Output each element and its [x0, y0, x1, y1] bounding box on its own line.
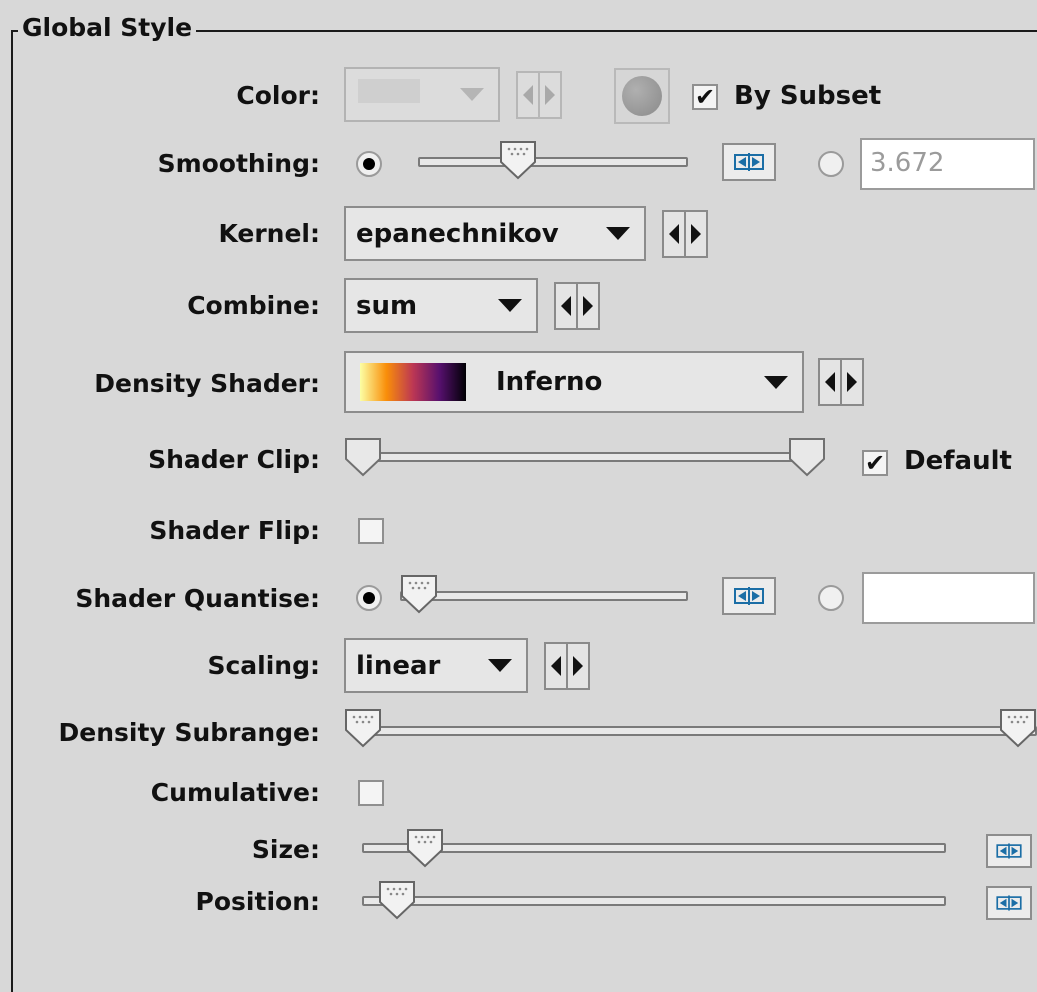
shader-clip-default-label: Default — [904, 446, 1012, 476]
position-slider-thumb[interactable] — [378, 880, 416, 920]
shader-quantise-label: Shader Quantise: — [75, 584, 320, 613]
density-subrange-low-thumb[interactable] — [344, 708, 382, 748]
inferno-gradient-icon — [360, 363, 466, 401]
next-button[interactable] — [568, 642, 590, 690]
cumulative-label: Cumulative: — [150, 778, 320, 807]
color-swatch-button[interactable] — [614, 68, 670, 124]
combine-value: sum — [356, 290, 418, 321]
shader-clip-low-thumb[interactable] — [344, 437, 382, 477]
chevron-down-icon — [498, 299, 522, 312]
density-shader-stepper[interactable] — [818, 358, 864, 406]
previous-button[interactable] — [818, 358, 842, 406]
check-mark-icon: ✔ — [865, 449, 886, 477]
kernel-label: Kernel: — [218, 219, 320, 248]
scaling-value: linear — [356, 650, 441, 681]
right-arrow-icon — [691, 224, 701, 244]
shader-quantise-slider-radio[interactable] — [356, 585, 382, 611]
cumulative-checkbox[interactable] — [358, 780, 384, 806]
shader-clip-high-thumb[interactable] — [788, 437, 826, 477]
group-title: Global Style — [18, 13, 197, 43]
right-arrow-icon — [573, 656, 583, 676]
reset-smoothing-button[interactable] — [722, 143, 776, 181]
right-arrow-icon — [545, 85, 555, 105]
density-subrange-track[interactable] — [350, 726, 1037, 736]
kernel-stepper[interactable] — [662, 210, 708, 258]
shader-flip-label: Shader Flip: — [149, 516, 320, 545]
shader-quantise-track[interactable] — [400, 591, 688, 601]
shader-clip-default-checkbox[interactable]: ✔ — [862, 449, 888, 477]
size-slider-thumb[interactable] — [406, 828, 444, 868]
next-button[interactable] — [578, 282, 600, 330]
fit-range-icon — [996, 895, 1022, 911]
density-subrange-label: Density Subrange: — [58, 718, 320, 747]
smoothing-value-field[interactable]: 3.672 — [860, 138, 1035, 190]
reset-size-button[interactable] — [986, 834, 1032, 868]
smoothing-slider-radio[interactable] — [356, 151, 382, 177]
left-arrow-icon — [561, 296, 571, 316]
size-label: Size: — [251, 835, 320, 864]
fit-range-icon — [734, 153, 764, 171]
smoothing-slider-thumb[interactable] — [499, 140, 537, 180]
chevron-down-icon — [764, 375, 788, 389]
previous-button[interactable] — [516, 71, 540, 119]
smoothing-label: Smoothing: — [157, 149, 320, 178]
color-dot-icon — [622, 76, 662, 116]
previous-button[interactable] — [544, 642, 568, 690]
left-arrow-icon — [825, 372, 835, 392]
smoothing-value-radio[interactable] — [818, 151, 844, 177]
density-shader-label: Density Shader: — [94, 369, 320, 398]
size-slider-track[interactable] — [362, 843, 946, 853]
chevron-down-icon — [606, 227, 630, 240]
combine-stepper[interactable] — [554, 282, 600, 330]
right-arrow-icon — [583, 296, 593, 316]
combine-combo[interactable]: sum — [344, 278, 538, 333]
reset-position-button[interactable] — [986, 886, 1032, 920]
shader-quantise-value-field[interactable] — [862, 572, 1035, 624]
color-combo[interactable] — [344, 67, 500, 122]
shader-clip-track[interactable] — [350, 452, 820, 462]
previous-button[interactable] — [662, 210, 686, 258]
shader-quantise-value-radio[interactable] — [818, 585, 844, 611]
combine-label: Combine: — [187, 291, 320, 320]
position-label: Position: — [195, 887, 320, 916]
fit-range-icon — [734, 587, 764, 605]
check-mark-icon: ✔ — [695, 83, 716, 111]
left-arrow-icon — [669, 224, 679, 244]
next-button[interactable] — [686, 210, 708, 258]
shader-quantise-thumb[interactable] — [400, 574, 438, 614]
scaling-stepper[interactable] — [544, 642, 590, 690]
position-slider-track[interactable] — [362, 896, 946, 906]
scaling-label: Scaling: — [207, 651, 320, 680]
kernel-value: epanechnikov — [356, 218, 559, 249]
density-shader-combo[interactable]: Inferno — [344, 351, 804, 413]
density-subrange-high-thumb[interactable] — [999, 708, 1037, 748]
left-arrow-icon — [523, 85, 533, 105]
by-subset-label: By Subset — [734, 81, 882, 111]
shader-flip-checkbox[interactable] — [358, 518, 384, 544]
color-label: Color: — [236, 81, 320, 110]
kernel-combo[interactable]: epanechnikov — [344, 206, 646, 261]
fit-range-icon — [996, 843, 1022, 859]
next-button[interactable] — [842, 358, 864, 406]
smoothing-slider-track[interactable] — [418, 157, 688, 167]
density-shader-value: Inferno — [496, 367, 603, 397]
left-arrow-icon — [551, 656, 561, 676]
chevron-down-icon — [460, 88, 484, 101]
reset-quantise-button[interactable] — [722, 577, 776, 615]
next-button[interactable] — [540, 71, 562, 119]
by-subset-checkbox[interactable]: ✔ — [692, 83, 718, 111]
right-arrow-icon — [847, 372, 857, 392]
color-stepper[interactable] — [516, 71, 562, 119]
chevron-down-icon — [488, 659, 512, 672]
shader-clip-label: Shader Clip: — [148, 445, 320, 474]
previous-button[interactable] — [554, 282, 578, 330]
scaling-combo[interactable]: linear — [344, 638, 528, 693]
